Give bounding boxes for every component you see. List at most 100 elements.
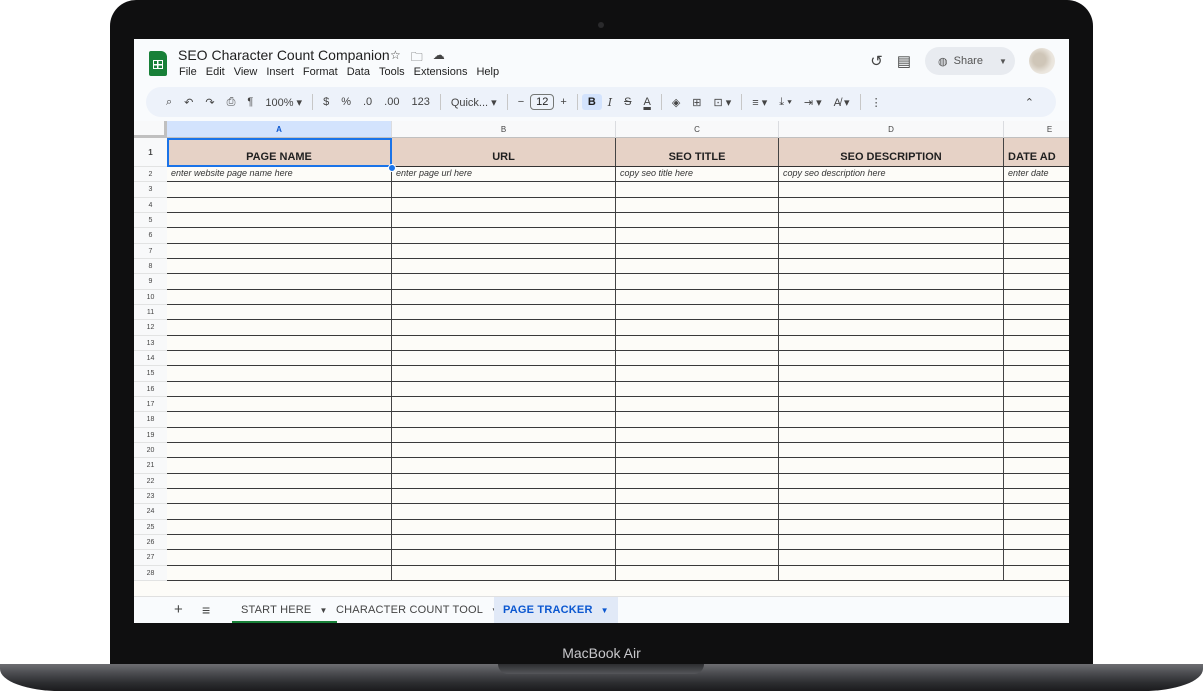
empty-cell[interactable] xyxy=(392,182,616,197)
empty-cell[interactable] xyxy=(616,197,779,212)
empty-cell[interactable] xyxy=(779,442,1004,458)
row-header[interactable]: 3 xyxy=(134,182,167,198)
currency-format-button[interactable]: $ xyxy=(317,96,335,108)
column-header-e[interactable]: E xyxy=(1004,121,1069,138)
increase-decimal-button[interactable]: .00 xyxy=(378,96,405,108)
avatar[interactable] xyxy=(1029,48,1055,74)
fill-handle[interactable] xyxy=(388,164,396,172)
empty-cell[interactable] xyxy=(167,427,392,442)
empty-cell[interactable] xyxy=(779,381,1004,396)
comments-icon[interactable]: ▤ xyxy=(897,52,911,70)
empty-cell[interactable] xyxy=(616,304,779,320)
placeholder-cell-seo-description[interactable]: copy seo description here xyxy=(779,167,1004,182)
all-sheets-icon[interactable]: ≡ xyxy=(202,602,210,618)
menu-extensions[interactable]: Extensions xyxy=(414,66,468,78)
empty-cell[interactable] xyxy=(392,289,616,304)
empty-cell[interactable] xyxy=(392,366,616,381)
empty-cell[interactable] xyxy=(1004,443,1069,457)
version-history-icon[interactable]: ↺ xyxy=(870,52,883,70)
menu-edit[interactable]: Edit xyxy=(206,66,225,78)
menu-data[interactable]: Data xyxy=(347,66,370,78)
empty-cell[interactable] xyxy=(1004,428,1069,442)
row-header[interactable]: 18 xyxy=(134,412,167,428)
row-header[interactable]: 8 xyxy=(134,258,167,275)
empty-cell[interactable] xyxy=(392,504,616,519)
row-header[interactable]: 26 xyxy=(134,534,167,551)
empty-cell[interactable] xyxy=(167,228,392,243)
empty-cell[interactable] xyxy=(167,320,392,335)
empty-cell[interactable] xyxy=(616,228,779,243)
more-options-icon[interactable]: ⋮ xyxy=(865,96,888,109)
empty-cell[interactable] xyxy=(167,504,392,519)
empty-cell[interactable] xyxy=(1004,198,1069,212)
empty-cell[interactable] xyxy=(1004,382,1069,396)
italic-button[interactable]: I xyxy=(602,96,618,109)
column-header-d[interactable]: D xyxy=(779,121,1004,138)
empty-cell[interactable] xyxy=(779,488,1004,504)
empty-cell[interactable] xyxy=(167,534,392,550)
empty-cell[interactable] xyxy=(392,243,616,258)
text-color-button[interactable]: A xyxy=(637,96,656,108)
row-header[interactable]: 9 xyxy=(134,274,167,290)
empty-cell[interactable] xyxy=(779,458,1004,473)
empty-cell[interactable] xyxy=(1004,244,1069,258)
empty-cell[interactable] xyxy=(1004,320,1069,334)
empty-cell[interactable] xyxy=(779,335,1004,350)
placeholder-cell-date[interactable]: enter date xyxy=(1004,167,1069,181)
empty-cell[interactable] xyxy=(1004,550,1069,564)
empty-cell[interactable] xyxy=(779,197,1004,212)
empty-cell[interactable] xyxy=(1004,504,1069,518)
empty-cell[interactable] xyxy=(392,550,616,565)
column-header-b[interactable]: B xyxy=(392,121,616,138)
empty-cell[interactable] xyxy=(167,243,392,258)
empty-cell[interactable] xyxy=(167,350,392,366)
empty-cell[interactable] xyxy=(779,212,1004,228)
row-header[interactable]: 6 xyxy=(134,228,167,244)
row-header[interactable]: 2 xyxy=(134,167,167,183)
sheet-tab-start-here[interactable]: START HERE ▼ xyxy=(232,597,337,623)
font-size-input[interactable]: 12 xyxy=(530,94,555,110)
empty-cell[interactable] xyxy=(392,350,616,366)
empty-cell[interactable] xyxy=(167,197,392,212)
empty-cell[interactable] xyxy=(167,381,392,396)
empty-cell[interactable] xyxy=(392,427,616,442)
header-cell-date-added[interactable]: DATE AD xyxy=(1004,138,1069,166)
empty-cell[interactable] xyxy=(392,396,616,412)
row-header[interactable]: 14 xyxy=(134,350,167,367)
empty-cell[interactable] xyxy=(1004,474,1069,488)
empty-cell[interactable] xyxy=(1004,305,1069,319)
strikethrough-icon[interactable]: S xyxy=(618,96,637,108)
fill-color-icon[interactable]: ◈ xyxy=(666,96,686,109)
redo-icon[interactable]: ↷ xyxy=(199,96,220,109)
empty-cell[interactable] xyxy=(392,228,616,243)
empty-cell[interactable] xyxy=(392,258,616,274)
empty-cell[interactable] xyxy=(392,381,616,396)
empty-cell[interactable] xyxy=(779,550,1004,565)
row-header[interactable]: 15 xyxy=(134,366,167,382)
header-cell-seo-title[interactable]: SEO TITLE xyxy=(616,138,779,166)
row-header[interactable]: 4 xyxy=(134,197,167,213)
placeholder-cell-url[interactable]: enter page url here xyxy=(392,167,616,182)
empty-cell[interactable] xyxy=(392,565,616,580)
empty-cell[interactable] xyxy=(167,565,392,580)
empty-cell[interactable] xyxy=(779,320,1004,335)
empty-cell[interactable] xyxy=(1004,336,1069,350)
row-header[interactable]: 25 xyxy=(134,519,167,535)
header-cell-seo-description[interactable]: SEO DESCRIPTION xyxy=(779,138,1004,166)
empty-cell[interactable] xyxy=(616,396,779,412)
empty-cell[interactable] xyxy=(1004,412,1069,426)
borders-icon[interactable]: ⊞ xyxy=(686,96,707,109)
font-size-decrease-icon[interactable]: − xyxy=(512,96,530,108)
empty-cell[interactable] xyxy=(167,550,392,565)
share-caret-icon[interactable]: ▼ xyxy=(999,57,1007,66)
empty-cell[interactable] xyxy=(779,182,1004,197)
empty-cell[interactable] xyxy=(1004,535,1069,549)
empty-cell[interactable] xyxy=(1004,520,1069,534)
empty-cell[interactable] xyxy=(167,458,392,473)
row-header[interactable]: 10 xyxy=(134,289,167,305)
sheet-tab-character-count-tool[interactable]: CHARACTER COUNT TOOL▼ xyxy=(327,597,508,623)
empty-cell[interactable] xyxy=(167,335,392,350)
empty-cell[interactable] xyxy=(167,366,392,381)
placeholder-cell-page-name[interactable]: enter website page name here xyxy=(167,167,392,182)
empty-cell[interactable] xyxy=(1004,290,1069,304)
